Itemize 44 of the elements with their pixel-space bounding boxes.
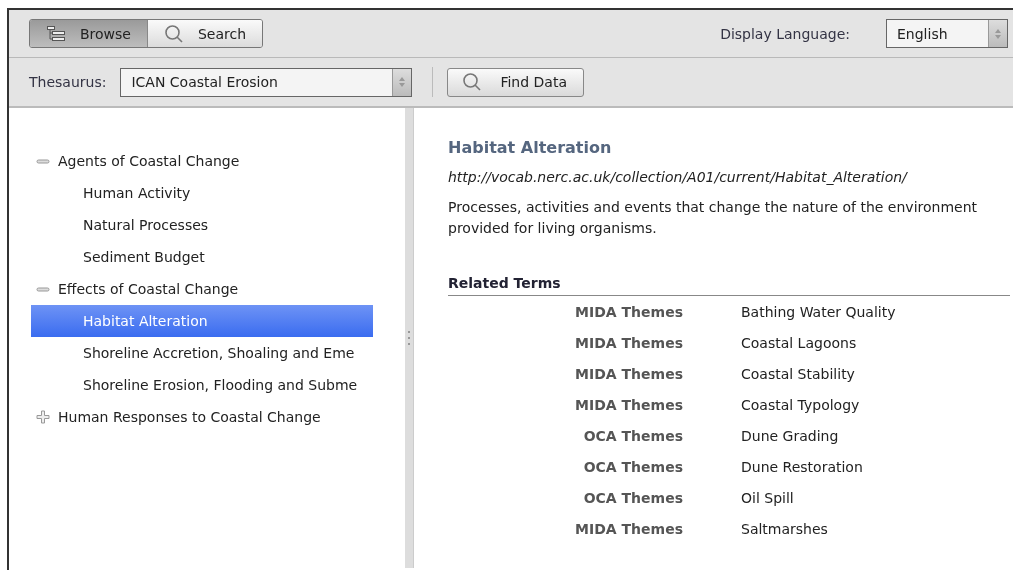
thesaurus-label: Thesaurus:: [29, 74, 107, 90]
scheme-label: OCA Themes: [582, 458, 683, 477]
tree-item[interactable]: Natural Processes: [31, 209, 373, 241]
tree-item[interactable]: Habitat Alteration: [31, 305, 373, 337]
stepper-icon: [988, 20, 1007, 47]
term-definition: Processes, activities and events that change the nature of the environment provided for living organisms.: [448, 198, 979, 238]
language-label: Display Language:: [720, 25, 850, 42]
term-title: Habitat Alteration: [448, 138, 613, 157]
tree-item[interactable]: Shoreline Accretion, Shoaling and Eme: [31, 337, 373, 369]
search-icon: [462, 72, 483, 92]
tree-item[interactable]: Shoreline Erosion, Flooding and Subme: [31, 369, 373, 401]
related-term-link[interactable]: Saltmarshes: [741, 521, 828, 537]
tree-item[interactable]: Human Activity: [31, 177, 373, 209]
language-dropdown[interactable]: English: [886, 19, 1008, 48]
tree-item[interactable]: Agents of Coastal Change: [58, 153, 240, 169]
related-terms-heading: Related Terms: [448, 275, 1010, 296]
tree-item[interactable]: Sediment Budget: [31, 241, 373, 273]
tree-icon: [46, 24, 66, 43]
tree-item[interactable]: Human Responses to Coastal Change: [58, 409, 321, 425]
browse-tab[interactable]: Browse: [30, 20, 147, 47]
related-term-link[interactable]: Coastal Stability: [741, 366, 855, 382]
stepper-icon: [392, 68, 412, 96]
related-term-link[interactable]: Coastal Lagoons: [741, 335, 857, 351]
scheme-label: MIDA Themes: [574, 365, 683, 384]
search-tab[interactable]: Search: [147, 20, 263, 47]
scheme-label: MIDA Themes: [574, 334, 683, 353]
tree-item[interactable]: Effects of Coastal Change: [58, 281, 239, 297]
related-term-link[interactable]: Bathing Water Quality: [741, 304, 896, 320]
search-icon: [164, 23, 184, 44]
scheme-label: MIDA Themes: [574, 396, 683, 415]
related-term-link[interactable]: Oil Spill: [741, 490, 794, 506]
scheme-label: MIDA Themes: [574, 303, 683, 322]
find-data-button[interactable]: Find Data: [447, 67, 584, 97]
related-term-link[interactable]: Dune Restoration: [741, 459, 863, 475]
related-term-link[interactable]: Coastal Typology: [741, 397, 860, 413]
term-uri: http://vocab.nerc.ac.uk/collection/A01/current/Habitat_Alteration/: [448, 169, 909, 185]
grip-icon: [407, 330, 411, 346]
splitter-handle[interactable]: [405, 108, 414, 568]
scheme-label: OCA Themes: [582, 489, 683, 508]
scheme-label: MIDA Themes: [574, 520, 683, 539]
related-term-link[interactable]: Dune Grading: [741, 428, 839, 444]
thesaurus-dropdown[interactable]: ICAN Coastal Erosion: [120, 67, 413, 97]
expand-icon[interactable]: [36, 410, 50, 424]
scheme-label: OCA Themes: [582, 427, 683, 446]
